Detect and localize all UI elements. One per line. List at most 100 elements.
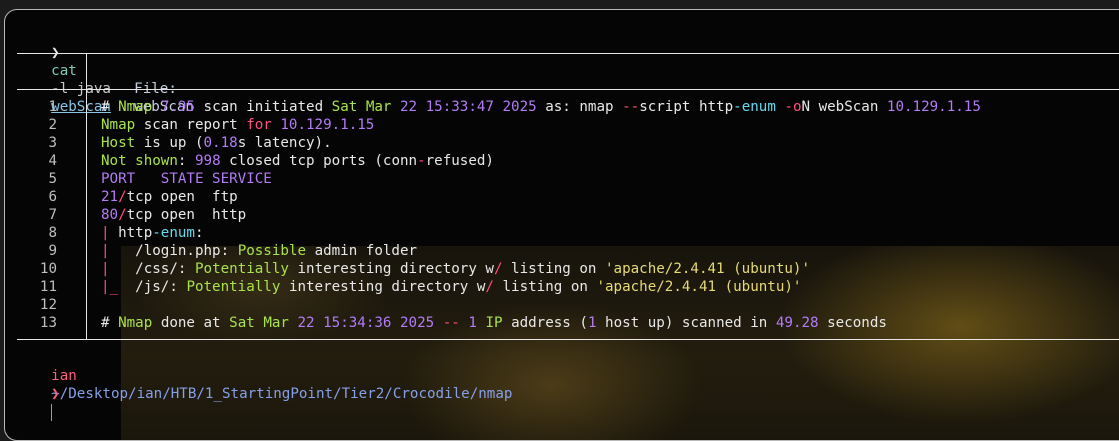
code-token: admin folder — [314, 243, 418, 259]
code-token: Host — [101, 135, 144, 151]
code-token: | — [101, 243, 136, 259]
line-number: 11 — [39, 279, 57, 295]
code-token: is up ( — [143, 135, 204, 151]
code-token: PORT STATE SERVICE — [101, 171, 272, 187]
line-content: # Nmap 7.95 scan initiated Sat Mar 22 15… — [101, 98, 981, 116]
code-token: listing on — [511, 261, 606, 277]
line-number: 5 — [48, 171, 57, 187]
code-token: seconds — [827, 315, 887, 331]
line-content: 80/tcp open http — [101, 206, 246, 224]
line-content: | /login.php: Possible admin folder — [101, 242, 417, 260]
code-token: : — [220, 243, 238, 259]
code-token: # — [101, 315, 119, 331]
code-line: 8 | http-enum: — [5, 224, 1105, 242]
code-token: -o — [784, 99, 802, 115]
code-line: 7 80/tcp open http — [5, 206, 1105, 224]
code-token: / — [118, 189, 127, 205]
code-token: -enum — [152, 225, 195, 241]
line-number: 7 — [48, 207, 57, 223]
code-line: 3 Host is up (0.18s latency). — [5, 134, 1105, 152]
line-content: Not shown: 998 closed tcp ports (conn-re… — [101, 152, 494, 170]
line-number: 1 — [48, 99, 57, 115]
code-token: IP — [485, 315, 512, 331]
code-token: |_ — [101, 279, 136, 295]
line-number: 9 — [48, 243, 57, 259]
code-token: 80 — [101, 207, 119, 223]
line-content: PORT STATE SERVICE — [101, 170, 272, 188]
code-line: 4 Not shown: 998 closed tcp ports (conn-r… — [5, 152, 1105, 170]
code-token: interesting directory w — [297, 261, 494, 277]
prompt-arrow-icon: ❯ — [51, 386, 60, 402]
line-number: 6 — [48, 189, 57, 205]
code-token: Potentially — [186, 279, 289, 295]
line-number: 10 — [39, 261, 57, 277]
code-line: 10 | /css/: Potentially interesting direc… — [5, 260, 1105, 278]
code-token: 21 — [101, 189, 119, 205]
code-token: 998 — [194, 153, 230, 169]
code-token: / — [118, 207, 127, 223]
code-token: N webScan — [801, 99, 887, 115]
viewer-header-rule — [17, 89, 1119, 90]
code-token: Nmap — [118, 315, 161, 331]
code-token: Nmap — [118, 99, 161, 115]
code-token: 22 15:34:36 2025 — [297, 315, 443, 331]
line-content: | http-enum: — [101, 224, 204, 242]
code-token: : — [177, 261, 195, 277]
code-token: script http — [639, 99, 734, 115]
code-token: : — [177, 153, 195, 169]
input-prompt-line[interactable]: ❯ — [17, 367, 60, 439]
code-token: 'apache/2.4.41 (ubuntu)' — [596, 279, 802, 295]
line-content: Nmap scan report for 10.129.1.15 — [101, 116, 374, 134]
line-number: 13 — [39, 315, 57, 331]
terminal-window[interactable]: ❯ cat -l java webScan File: webScan 1 # N… — [4, 9, 1119, 441]
code-token: -- — [622, 99, 640, 115]
code-token: 10.129.1.15 — [886, 99, 981, 115]
code-token: | — [101, 261, 136, 277]
code-token: for — [246, 117, 281, 133]
code-token: 10.129.1.15 — [280, 117, 375, 133]
code-token: : — [169, 279, 187, 295]
code-token: refused) — [425, 153, 494, 169]
code-token: s latency). — [237, 135, 332, 151]
code-token: /css/ — [135, 261, 178, 277]
code-line: 9 | /login.php: Possible admin folder — [5, 242, 1105, 260]
code-token: interesting directory w — [288, 279, 486, 295]
code-token: scan initiated — [203, 99, 332, 115]
code-token: tcp open http — [126, 207, 247, 223]
line-content: # Nmap done at Sat Mar 22 15:34:36 2025 … — [101, 314, 887, 332]
code-token: -- — [442, 315, 469, 331]
code-token: -enum — [733, 99, 785, 115]
code-token: as: nmap — [545, 99, 623, 115]
shell-path-line: ian ~/Desktop/ian/HTB/1_StartingPoint/Ti… — [17, 349, 512, 421]
code-token: 49.28 — [775, 315, 828, 331]
code-token: scan report — [143, 117, 247, 133]
viewer-top-rule — [17, 53, 1119, 54]
code-token: /login.php — [135, 243, 221, 259]
path-directory: ~/Desktop/ian/HTB/1_StartingPoint/Tier2/… — [51, 386, 513, 402]
code-token: # — [101, 99, 119, 115]
code-token: - — [417, 153, 426, 169]
line-content: | /css/: Potentially interesting directo… — [101, 260, 810, 278]
code-token: 'apache/2.4.41 (ubuntu)' — [605, 261, 811, 277]
code-token: / — [485, 279, 503, 295]
code-line: 5 PORT STATE SERVICE — [5, 170, 1105, 188]
viewer-bottom-rule — [17, 339, 1119, 340]
line-content: 21/tcp open ftp — [101, 188, 238, 206]
code-token: /js/ — [135, 279, 170, 295]
code-token: / — [493, 261, 512, 277]
code-line: 11 |_ /js/: Potentially interesting direc… — [5, 278, 1105, 296]
command-program: cat — [51, 63, 77, 79]
code-token: Possible — [237, 243, 315, 259]
code-token: listing on — [502, 279, 597, 295]
line-number: 2 — [48, 117, 57, 133]
code-token: Potentially — [194, 261, 298, 277]
line-content: Host is up (0.18s latency). — [101, 134, 332, 152]
code-token: 7.95 — [160, 99, 204, 115]
code-token: Sat Mar — [331, 99, 400, 115]
code-token: 1 — [468, 315, 486, 331]
code-token: Nmap — [101, 117, 144, 133]
code-token: http — [118, 225, 153, 241]
line-number: 3 — [48, 135, 57, 151]
line-number: 12 — [39, 297, 57, 313]
code-token: 22 15:33:47 2025 — [400, 99, 546, 115]
